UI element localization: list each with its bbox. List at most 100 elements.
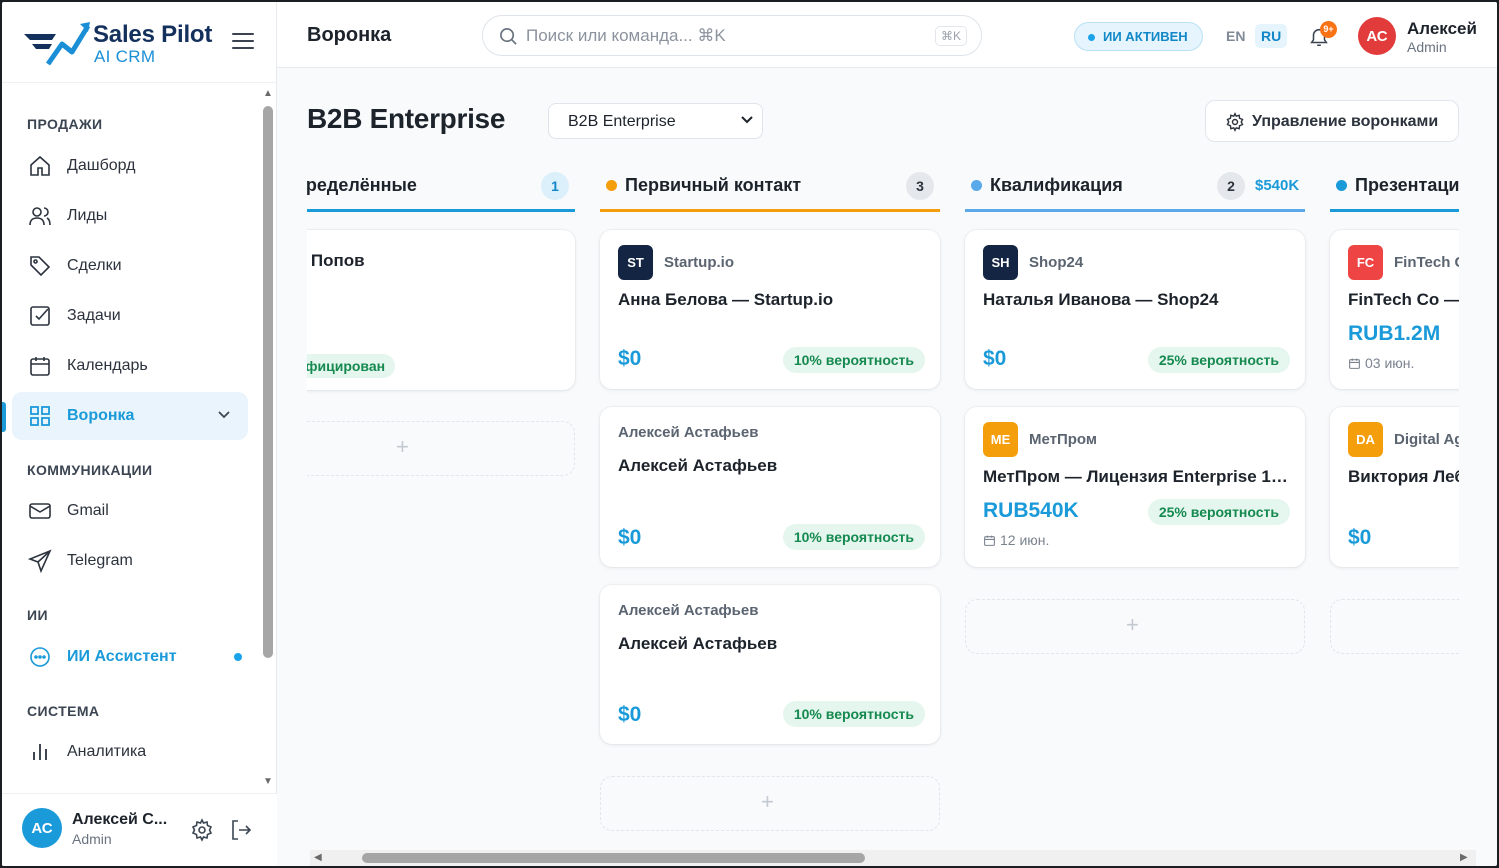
scroll-up-icon[interactable]: ▲ — [263, 88, 273, 99]
sidebar-item-label: Воронка — [67, 407, 135, 424]
deal-card[interactable]: Роман Попов м Квалифицирован — [307, 230, 575, 390]
column-header: Первичный контакт 3 — [600, 158, 940, 212]
column-title: Нераспределённые — [307, 175, 417, 195]
lang-en-button[interactable]: EN — [1226, 28, 1245, 44]
company-name: Digital Agency — [1394, 431, 1459, 448]
deal-date: 03 июн. — [1348, 355, 1414, 371]
ai-status-badge[interactable]: ИИ АКТИВЕН — [1074, 22, 1203, 51]
chevron-down-icon — [741, 116, 753, 124]
status-dot — [234, 653, 242, 661]
card-title: FinTech Co — Внедрение CRM — [1348, 290, 1459, 309]
deal-amount: $0 — [618, 526, 642, 549]
funnel-select[interactable]: B2B Enterprise — [548, 103, 763, 139]
kanban-column: Презентация FC FinTech Co FinTech Co — В… — [1330, 158, 1459, 848]
avatar[interactable]: АС — [22, 808, 62, 848]
avatar[interactable]: АС — [1358, 17, 1396, 55]
grid-icon — [30, 406, 50, 426]
sidebar-scrollbar[interactable]: ▲ ▼ — [260, 88, 276, 792]
mail-icon — [29, 503, 51, 519]
scroll-down-icon[interactable]: ▼ — [263, 776, 273, 787]
user-name: Алексей С... — [72, 811, 168, 828]
search-icon — [500, 28, 517, 45]
add-card-button[interactable]: + — [600, 776, 940, 831]
logout-icon[interactable] — [229, 818, 253, 842]
add-card-button[interactable]: + — [1330, 599, 1459, 654]
calendar-icon — [984, 535, 995, 546]
card-title: Алексей Астафьев — [618, 634, 778, 653]
sidebar-item-leads[interactable]: Лиды — [12, 192, 248, 240]
probability-badge: 25% вероятность — [1147, 347, 1290, 373]
logo-icon — [24, 22, 91, 66]
active-indicator — [2, 402, 6, 432]
column-header: Нераспределённые 1 — [307, 158, 575, 212]
top-bar: Воронка ⌘K ИИ АКТИВЕН EN RU 9+ АС Алексе… — [277, 2, 1497, 68]
send-icon — [28, 549, 52, 573]
add-card-button[interactable]: + — [965, 599, 1305, 654]
sidebar-item-funnel[interactable]: Воронка — [12, 392, 248, 440]
kanban-column: Нераспределённые 1 Роман Попов м Квалифи… — [307, 158, 575, 848]
probability-badge: 25% вероятность — [1147, 499, 1290, 525]
sidebar-item-telegram[interactable]: Telegram — [12, 537, 248, 585]
add-card-button[interactable]: + — [307, 421, 575, 476]
card-title: Наталья Иванова — Shop24 — [983, 290, 1219, 309]
deal-card[interactable]: Алексей Астафьев Алексей Астафьев $0 10%… — [600, 407, 940, 567]
company-name: Shop24 — [1029, 254, 1084, 271]
shortcut-hint: ⌘K — [934, 26, 967, 46]
user-role: Admin — [72, 831, 112, 847]
search-box[interactable]: ⌘K — [482, 15, 982, 56]
status-dot — [1088, 34, 1095, 41]
sidebar-item-deals[interactable]: Сделки — [12, 242, 248, 290]
deal-card[interactable]: DA Digital Agency Виктория Лебедева $0 — [1330, 407, 1459, 567]
deal-card[interactable]: SH Shop24 Наталья Иванова — Shop24 $0 25… — [965, 230, 1305, 389]
sidebar-item-calendar[interactable]: Календарь — [12, 342, 248, 390]
deal-card[interactable]: ST Startup.io Анна Белова — Startup.io $… — [600, 230, 940, 389]
deal-card[interactable]: FC FinTech Co FinTech Co — Внедрение CRM… — [1330, 230, 1459, 389]
manage-funnels-button[interactable]: Управление воронками — [1205, 100, 1459, 142]
sidebar-item-label: Gmail — [67, 502, 109, 519]
column-title: Презентация — [1355, 175, 1459, 195]
scrollbar-thumb[interactable] — [263, 106, 273, 658]
chevron-down-icon — [218, 411, 230, 419]
scroll-left-icon[interactable]: ◀ — [314, 852, 322, 863]
search-input[interactable] — [526, 26, 916, 46]
menu-toggle-icon[interactable] — [232, 33, 254, 51]
sidebar-item-dashboard[interactable]: Дашборд — [12, 142, 248, 190]
deal-card[interactable]: ME МетПром МетПром — Лицензия Enterprise… — [965, 407, 1305, 567]
deal-amount: RUB540K — [983, 499, 1079, 522]
column-count: 2 — [1217, 172, 1245, 200]
gear-icon[interactable] — [190, 818, 214, 842]
logo-subtitle: AI CRM — [94, 47, 156, 66]
sidebar-item-ai-assistant[interactable]: ИИ Ассистент — [12, 633, 248, 681]
kanban-column: Первичный контакт 3 ST Startup.io Анна Б… — [600, 158, 940, 848]
lang-ru-button[interactable]: RU — [1255, 24, 1288, 48]
column-color-dot — [606, 180, 617, 191]
logo-title: Sales Pilot — [93, 21, 213, 48]
ai-status-label: ИИ АКТИВЕН — [1103, 29, 1188, 44]
board-title: B2B Enterprise — [307, 103, 506, 134]
kanban-board: Нераспределённые 1 Роман Попов м Квалифи… — [307, 158, 1459, 848]
sidebar-item-gmail[interactable]: Gmail — [12, 487, 248, 535]
deal-amount: $0 — [1348, 526, 1372, 549]
deal-card[interactable]: Алексей Астафьев Алексей Астафьев $0 10%… — [600, 585, 940, 744]
sidebar-item-label: Лиды — [67, 207, 108, 224]
sidebar-item-analytics[interactable]: Аналитика — [12, 728, 248, 776]
scroll-right-icon[interactable]: ▶ — [1460, 852, 1468, 863]
scrollbar-thumb[interactable] — [362, 853, 865, 863]
logo-area: Sales Pilot AI CRM — [2, 2, 277, 83]
section-ai: ИИ — [27, 607, 48, 623]
company-name: Startup.io — [664, 254, 734, 271]
bar-chart-icon — [33, 744, 47, 760]
column-title: Квалификация — [990, 175, 1123, 195]
sidebar-item-label: ИИ Ассистент — [67, 648, 177, 665]
board-horizontal-scrollbar[interactable]: ◀ ▶ — [310, 850, 1476, 866]
deal-amount: $0 — [618, 347, 642, 370]
column-title: Первичный контакт — [625, 175, 802, 195]
card-title: Анна Белова — Startup.io — [618, 290, 834, 309]
sidebar-item-tasks[interactable]: Задачи — [12, 292, 248, 340]
kanban-column: Квалификация 2 $540K SH Shop24 Наталья И… — [965, 158, 1305, 848]
column-header: Презентация — [1330, 158, 1459, 212]
column-count: 3 — [906, 172, 934, 200]
section-system: СИСТЕМА — [27, 703, 100, 719]
column-color-dot — [971, 180, 982, 191]
manage-funnels-label: Управление воронками — [1252, 113, 1439, 130]
